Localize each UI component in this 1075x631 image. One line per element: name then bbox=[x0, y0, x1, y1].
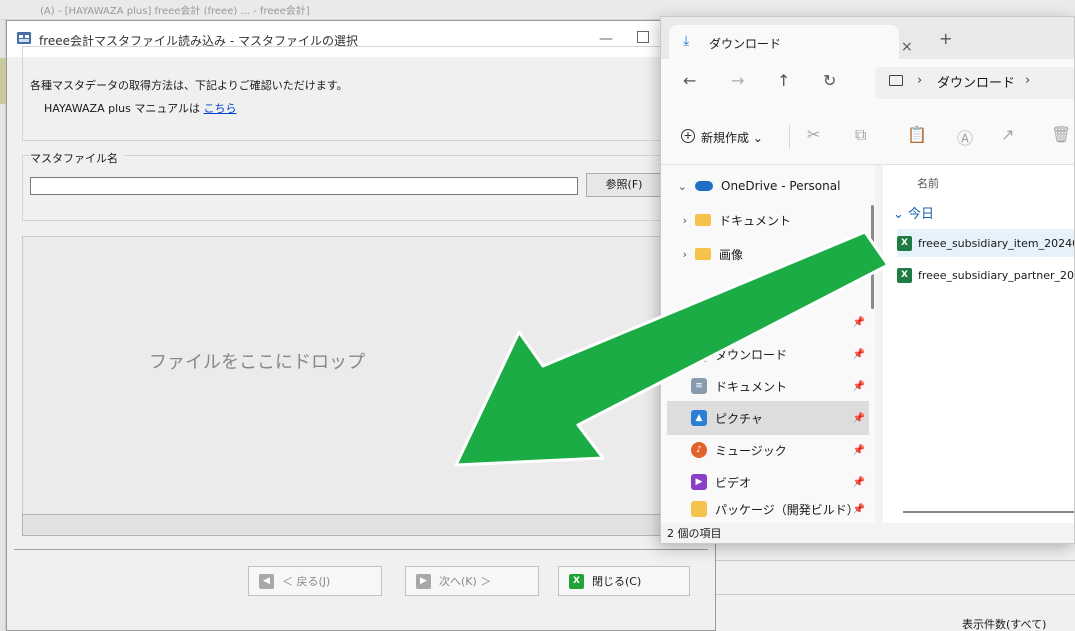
drag-direction-arrow-icon bbox=[454, 230, 890, 467]
drag-arrow-shape bbox=[454, 230, 890, 467]
